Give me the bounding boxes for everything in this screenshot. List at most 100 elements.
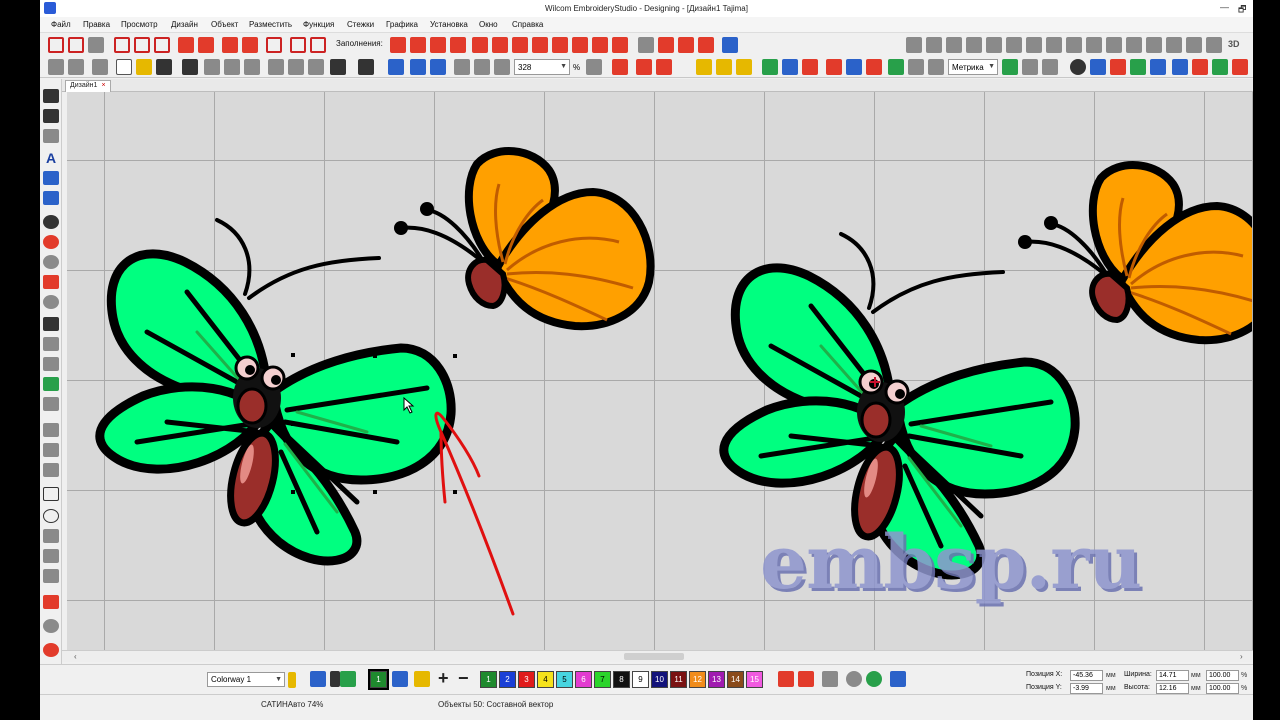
- fill-colorblend-icon[interactable]: [698, 37, 714, 53]
- lettering-panel-icon[interactable]: [1192, 59, 1208, 75]
- circle-target-icon[interactable]: [43, 215, 59, 229]
- zoom-out-icon[interactable]: [474, 59, 490, 75]
- overview-icon[interactable]: [1212, 59, 1228, 75]
- sphere-icon[interactable]: [43, 295, 59, 309]
- paint-bucket-icon[interactable]: [414, 671, 430, 687]
- outline-c-icon[interactable]: [946, 37, 962, 53]
- show-outlines-icon[interactable]: [636, 59, 652, 75]
- menu-window[interactable]: Окно: [479, 20, 498, 29]
- monogram-icon[interactable]: [43, 171, 59, 185]
- height-field[interactable]: 12.16: [1156, 683, 1189, 694]
- red-circle-icon[interactable]: [43, 235, 59, 249]
- print-icon[interactable]: [224, 59, 240, 75]
- scale-height-field[interactable]: 100.00: [1206, 683, 1239, 694]
- fill-relief-icon[interactable]: [658, 37, 674, 53]
- close-icon[interactable]: ×: [101, 82, 105, 89]
- fill-tatami-icon[interactable]: [410, 37, 426, 53]
- outline-b-icon[interactable]: [926, 37, 942, 53]
- heart-icon[interactable]: [43, 529, 59, 543]
- width-field[interactable]: 14.71: [1156, 670, 1189, 681]
- object-properties-icon[interactable]: [1090, 59, 1106, 75]
- rotate-left-icon[interactable]: [43, 423, 59, 437]
- fill-motif-icon[interactable]: [552, 37, 568, 53]
- digitize-line-icon[interactable]: [48, 37, 64, 53]
- color-swatch[interactable]: 14: [727, 671, 744, 688]
- spiral-icon[interactable]: [43, 569, 59, 583]
- color-swatch[interactable]: 13: [708, 671, 725, 688]
- show-product-icon[interactable]: [866, 59, 882, 75]
- circle-icon[interactable]: [178, 37, 194, 53]
- current-color-swatch[interactable]: 1: [368, 669, 389, 690]
- menu-help[interactable]: Справка: [512, 20, 543, 29]
- input-b-icon[interactable]: [134, 37, 150, 53]
- show-fabric-icon[interactable]: [656, 59, 672, 75]
- menu-view[interactable]: Просмотр: [121, 20, 158, 29]
- show-stitches-icon[interactable]: [612, 59, 628, 75]
- color-cube-icon[interactable]: [866, 671, 882, 687]
- hatch-tools-icon[interactable]: [1022, 59, 1038, 75]
- menu-edit[interactable]: Правка: [83, 20, 110, 29]
- zoom-box-icon[interactable]: [494, 59, 510, 75]
- print-preview-icon[interactable]: [244, 59, 260, 75]
- hexagon-icon[interactable]: [43, 275, 59, 289]
- fill-x-icon[interactable]: [612, 37, 628, 53]
- minimize-button[interactable]: —: [1220, 2, 1229, 12]
- fill-sequin-icon[interactable]: [572, 37, 588, 53]
- design-canvas[interactable]: embsp.ru: [67, 92, 1253, 650]
- thread-chart-icon[interactable]: [1150, 59, 1166, 75]
- show-hoop-icon[interactable]: [826, 59, 842, 75]
- color-swatch[interactable]: 5: [556, 671, 573, 688]
- outline-e-icon[interactable]: [986, 37, 1002, 53]
- color-swatch[interactable]: 6: [575, 671, 592, 688]
- color-swatch[interactable]: 3: [518, 671, 535, 688]
- menu-arrange[interactable]: Разместить: [249, 20, 292, 29]
- show-bitmap-icon[interactable]: [762, 59, 778, 75]
- color-film-icon[interactable]: [1110, 59, 1126, 75]
- fill-stipple-icon[interactable]: [592, 37, 608, 53]
- mirror-icon[interactable]: [43, 377, 59, 391]
- magnet-icon[interactable]: [43, 643, 59, 657]
- travel-end-icon[interactable]: [410, 59, 426, 75]
- docker-icon[interactable]: [1232, 59, 1248, 75]
- rotate-right-icon[interactable]: [43, 443, 59, 457]
- horizontal-scrollbar[interactable]: ‹ ›: [62, 650, 1253, 662]
- ring-icon[interactable]: [222, 37, 238, 53]
- menu-function[interactable]: Функция: [303, 20, 334, 29]
- moon-icon[interactable]: [722, 37, 738, 53]
- select-arrow-icon[interactable]: [43, 89, 59, 103]
- star-icon[interactable]: [198, 37, 214, 53]
- garment-color-icon[interactable]: [340, 671, 356, 687]
- color-swatch[interactable]: 11: [670, 671, 687, 688]
- hoop-icon[interactable]: [48, 59, 64, 75]
- zoom-select[interactable]: 328 ▼: [514, 59, 570, 75]
- ellipse-icon[interactable]: [43, 509, 59, 523]
- auto-fabric-icon[interactable]: [310, 37, 326, 53]
- color-swatch[interactable]: 8: [613, 671, 630, 688]
- color-swatch[interactable]: 15: [746, 671, 763, 688]
- new-file-icon[interactable]: [116, 59, 132, 75]
- skew-icon[interactable]: [43, 463, 59, 477]
- appliqué-icon[interactable]: [43, 595, 59, 609]
- scale-width-field[interactable]: 100.00: [1206, 670, 1239, 681]
- lettering-icon[interactable]: A: [43, 151, 59, 165]
- reference-icon[interactable]: [1042, 59, 1058, 75]
- slash-tool-icon[interactable]: [822, 671, 838, 687]
- show-guides-icon[interactable]: [928, 59, 944, 75]
- copy-icon[interactable]: [288, 59, 304, 75]
- fill-contour-icon[interactable]: [450, 37, 466, 53]
- travel-start-icon[interactable]: [388, 59, 404, 75]
- thread-spool-icon[interactable]: [890, 671, 906, 687]
- design-list-icon[interactable]: [1172, 59, 1188, 75]
- eyedropper-icon[interactable]: [392, 671, 408, 687]
- gray-ring-icon[interactable]: [846, 671, 862, 687]
- open-file-icon[interactable]: [156, 59, 172, 75]
- input-c-icon[interactable]: [154, 37, 170, 53]
- units-select[interactable]: Метрика ▼: [948, 59, 998, 75]
- menu-setup[interactable]: Установка: [430, 20, 468, 29]
- fill-pattern-icon[interactable]: [430, 37, 446, 53]
- sequence-icon[interactable]: [1130, 59, 1146, 75]
- outline-d-icon[interactable]: [966, 37, 982, 53]
- restore-button[interactable]: 🗗: [1238, 2, 1246, 18]
- show-ruler-icon[interactable]: [888, 59, 904, 75]
- freehand-icon[interactable]: [43, 549, 59, 563]
